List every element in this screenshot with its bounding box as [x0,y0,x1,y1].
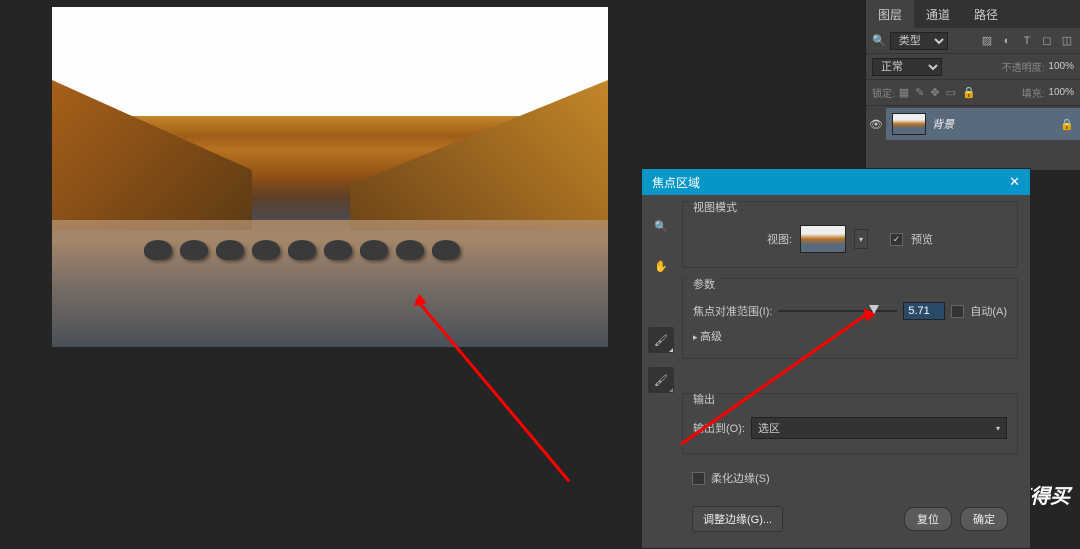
params-group: 参数 焦点对准范围(I): 自动(A) 高级 [682,278,1018,359]
search-icon: 🔍 [872,34,886,47]
focus-range-label: 焦点对准范围(I): [693,303,772,319]
lock-label: 锁定: [872,85,895,100]
output-group: 输出 输出到(O): 选区 ▾ [682,393,1018,454]
layer-row-background[interactable]: 背景 🔒 [886,108,1080,140]
layer-visibility-toggle[interactable]: 👁 [866,118,886,131]
advanced-expander[interactable]: 高级 [683,324,1017,348]
refine-edge-button[interactable]: 调整边缘(G)... [692,506,783,532]
lock-icon: 🔒 [1060,118,1074,131]
view-thumbnail[interactable] [800,225,846,253]
tab-layers[interactable]: 图层 [866,0,914,28]
output-label: 输出 [691,391,717,407]
lock-all-icon[interactable]: 🔒 [962,86,976,99]
blend-mode-select[interactable]: 正常 [872,58,942,76]
lock-artboard-icon[interactable]: ▭ [946,86,956,99]
fill-label: 填充: [1022,85,1045,100]
panel-tabs: 图层 通道 路径 [866,0,1080,28]
image-content [140,240,520,300]
layer-thumbnail[interactable] [892,113,926,135]
hand-tool-icon[interactable]: ✋ [648,253,674,279]
auto-label: 自动(A) [970,303,1007,319]
reset-button[interactable]: 复位 [904,507,952,531]
close-icon[interactable]: ✕ [1009,174,1020,190]
focus-range-input[interactable] [903,302,945,320]
lock-brush-icon[interactable]: ✎ [915,86,924,99]
filter-smart-icon[interactable]: ◫ [1060,34,1074,48]
preview-checkbox[interactable]: ✓ [890,233,903,246]
view-dropdown-icon[interactable]: ▾ [854,229,868,249]
fill-value[interactable]: 100% [1048,87,1074,98]
zoom-tool-icon[interactable]: 🔍 [648,213,674,239]
view-mode-group: 视图模式 视图: ▾ ✓ 预览 [682,201,1018,268]
output-select[interactable]: 选区 ▾ [751,417,1007,439]
focus-area-dialog: 焦点区域 ✕ 🔍 ✋ 🖌 🖌 视图模式 视图: ▾ ✓ 预览 [641,168,1031,549]
lock-pixels-icon[interactable]: ▦ [899,86,909,99]
soften-edges-checkbox[interactable] [692,472,705,485]
dialog-tool-column: 🔍 ✋ 🖌 🖌 [646,201,676,536]
tab-channels[interactable]: 通道 [914,0,962,28]
view-mode-label: 视图模式 [691,199,739,215]
view-label: 视图: [767,231,792,247]
chevron-down-icon: ▾ [996,424,1000,433]
lock-position-icon[interactable]: ✥ [930,86,939,99]
focus-range-slider[interactable] [778,304,897,318]
subtract-brush-tool-icon[interactable]: 🖌 [648,367,674,393]
opacity-value[interactable]: 100% [1048,61,1074,72]
filter-text-icon[interactable]: T [1020,34,1034,48]
dialog-titlebar[interactable]: 焦点区域 ✕ [642,169,1030,195]
auto-checkbox[interactable] [951,305,964,318]
filter-type-select[interactable]: 类型 [890,32,948,50]
dialog-title-text: 焦点区域 [652,174,700,191]
filter-adjust-icon[interactable]: ◐ [1000,34,1014,48]
layers-panel: 图层 通道 路径 🔍 类型 ▨ ◐ T ◻ ◫ 正常 不透明度: 100% 锁定… [865,0,1080,170]
filter-shape-icon[interactable]: ◻ [1040,34,1054,48]
soften-edges-label: 柔化边缘(S) [711,470,770,486]
add-brush-tool-icon[interactable]: 🖌 [648,327,674,353]
layer-name[interactable]: 背景 [932,116,1054,132]
ok-button[interactable]: 确定 [960,507,1008,531]
params-label: 参数 [691,276,717,292]
tab-paths[interactable]: 路径 [962,0,1010,28]
filter-image-icon[interactable]: ▨ [980,34,994,48]
preview-label: 预览 [911,231,933,247]
opacity-label: 不透明度: [1002,59,1045,74]
